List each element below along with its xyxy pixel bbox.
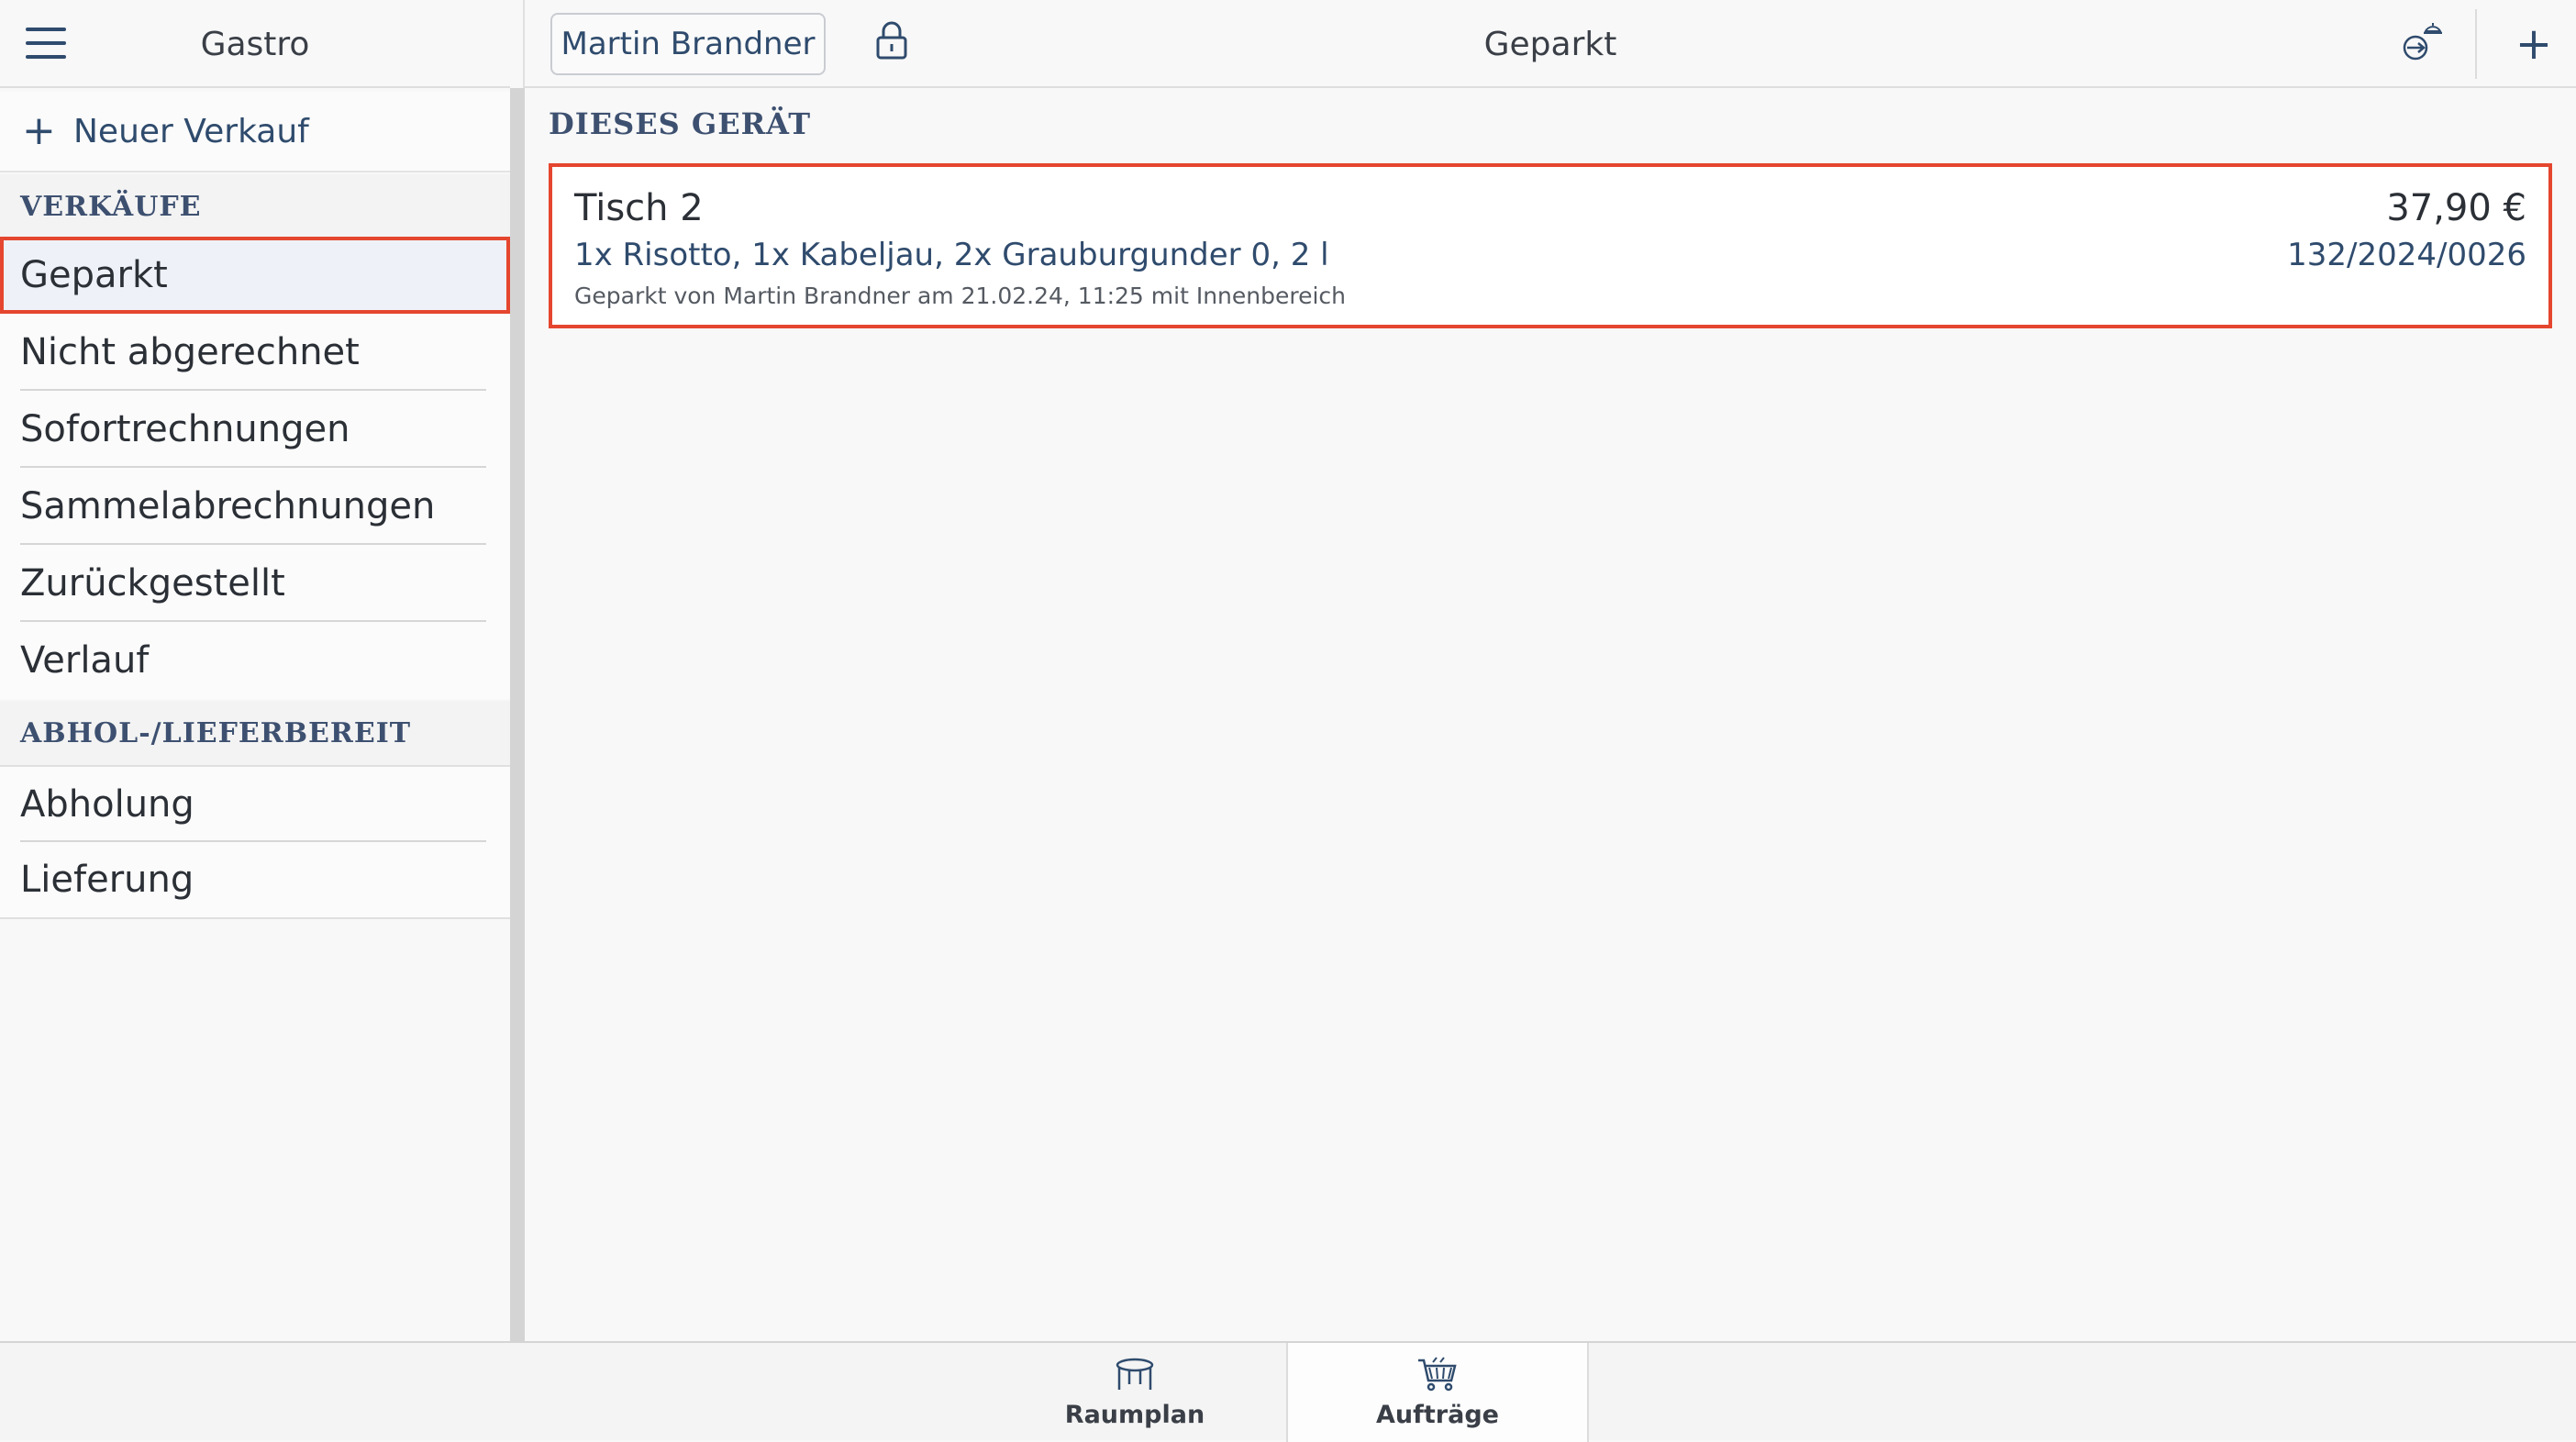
new-sale-label: Neuer Verkauf xyxy=(73,112,309,150)
sidebar-item-sofortrechnungen[interactable]: Sofortrechnungen xyxy=(0,391,510,468)
sidebar-item-label: Zurückgestellt xyxy=(20,562,285,605)
tab-label: Raumplan xyxy=(1064,1400,1205,1429)
user-button[interactable]: Martin Brandner xyxy=(550,13,826,75)
sidebar-title: Gastro xyxy=(200,25,310,63)
sidebar-item-label: Verlauf xyxy=(20,639,150,682)
divider xyxy=(2475,9,2477,79)
sidebar: Gastro + Neuer Verkauf VERKÄUFE Geparkt … xyxy=(0,0,510,1341)
plus-icon: + xyxy=(22,107,56,154)
lock-icon[interactable] xyxy=(875,20,908,61)
sidebar-item-verlauf[interactable]: Verlauf xyxy=(0,622,510,699)
sidebar-item-label: Geparkt xyxy=(20,254,168,296)
tab-label: Aufträge xyxy=(1376,1400,1499,1429)
hamburger-menu-icon[interactable] xyxy=(26,28,66,59)
sidebar-item-label: Nicht abgerechnet xyxy=(20,331,360,373)
page-title: Geparkt xyxy=(1483,25,1617,63)
order-number: 132/2024/0026 xyxy=(2287,237,2526,273)
section-label-this-device: DIESES GERÄT xyxy=(549,106,812,141)
section-header-pickup: ABHOL-/LIEFERBEREIT xyxy=(0,701,510,765)
sidebar-resize-handle[interactable] xyxy=(510,0,525,1341)
sidebar-item-zurueckgestellt[interactable]: Zurückgestellt xyxy=(0,545,510,622)
sidebar-item-geparkt[interactable]: Geparkt xyxy=(0,237,510,314)
sidebar-item-nicht-abgerechnet[interactable]: Nicht abgerechnet xyxy=(0,314,510,391)
tab-auftraege[interactable]: Aufträge xyxy=(1286,1343,1589,1442)
service-bell-icon[interactable] xyxy=(2402,20,2444,64)
order-price: 37,90 € xyxy=(2386,187,2526,229)
sidebar-item-label: Sofortrechnungen xyxy=(20,408,350,450)
sidebar-item-label: Abholung xyxy=(20,783,194,826)
basket-icon xyxy=(1418,1356,1457,1391)
sidebar-item-abholung[interactable]: Abholung xyxy=(0,765,510,842)
add-button[interactable]: + xyxy=(2506,17,2561,72)
order-title: Tisch 2 xyxy=(574,187,704,229)
sidebar-item-label: Sammelabrechnungen xyxy=(20,485,436,527)
sidebar-header: Gastro xyxy=(0,0,510,88)
topbar: Geparkt Martin Brandner + xyxy=(525,0,2576,88)
new-sale-button[interactable]: + Neuer Verkauf xyxy=(0,92,510,172)
table-icon xyxy=(1116,1358,1154,1390)
app-root: Gastro + Neuer Verkauf VERKÄUFE Geparkt … xyxy=(0,0,2576,1442)
order-meta: Geparkt von Martin Brandner am 21.02.24,… xyxy=(574,283,1347,309)
section-header-sales: VERKÄUFE xyxy=(0,174,510,238)
sidebar-item-sammelabrechnungen[interactable]: Sammelabrechnungen xyxy=(0,468,510,545)
order-items: 1x Risotto, 1x Kabeljau, 2x Grauburgunde… xyxy=(574,237,1329,273)
order-card[interactable]: Tisch 2 1x Risotto, 1x Kabeljau, 2x Grau… xyxy=(549,163,2552,328)
tab-raumplan[interactable]: Raumplan xyxy=(983,1343,1286,1442)
bottom-tab-bar: Raumplan Aufträge xyxy=(0,1341,2576,1442)
sidebar-item-label: Lieferung xyxy=(20,859,194,901)
sidebar-item-lieferung[interactable]: Lieferung xyxy=(0,842,510,919)
